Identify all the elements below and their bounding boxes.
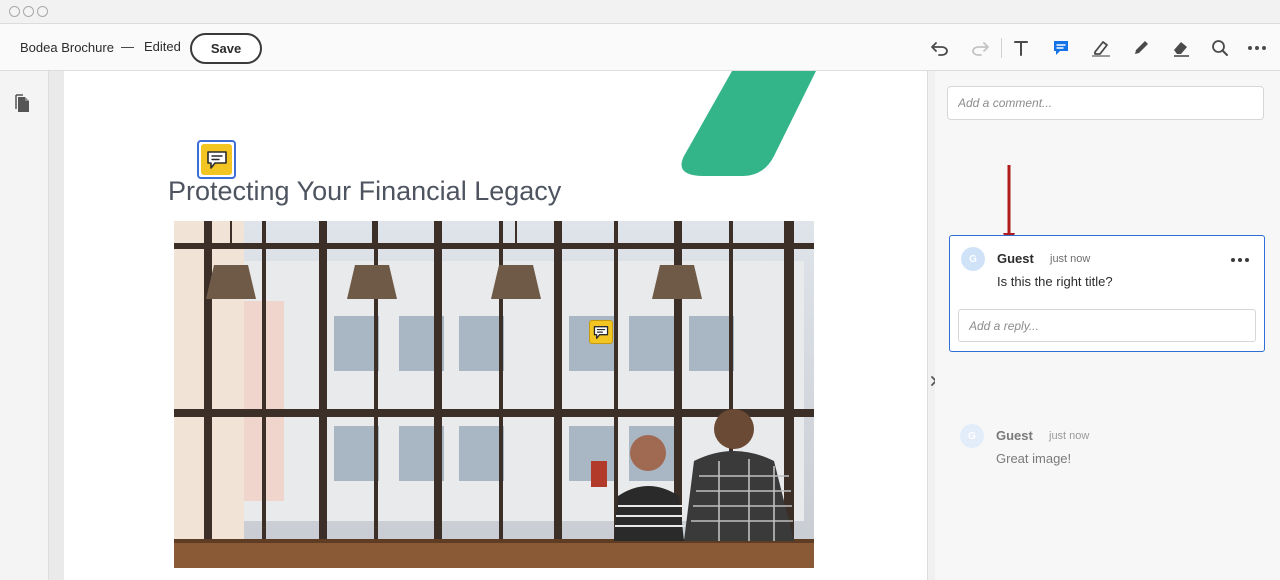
document-canvas: Protecting Your Financial Legacy xyxy=(49,71,927,580)
comment-text: Great image! xyxy=(996,451,1072,466)
comment-bubble-icon xyxy=(593,325,609,339)
window-titlebar xyxy=(0,0,1280,24)
minimize-window-button[interactable] xyxy=(23,6,34,17)
add-comment-input[interactable] xyxy=(947,86,1264,120)
sticky-note-image-comment[interactable] xyxy=(589,320,613,344)
comment-text: Is this the right title? xyxy=(997,274,1113,289)
office-photo[interactable] xyxy=(174,221,814,568)
avatar: G xyxy=(960,424,984,448)
pages-icon[interactable] xyxy=(14,93,34,115)
comment-author: Guest xyxy=(996,428,1033,443)
reply-input[interactable] xyxy=(958,309,1256,342)
panel-divider xyxy=(927,71,935,580)
document-title[interactable]: Protecting Your Financial Legacy xyxy=(168,176,561,207)
comment-author: Guest xyxy=(997,251,1034,266)
top-toolbar: Bodea Brochure — Edited Save xyxy=(0,24,1280,71)
comment-card[interactable]: G Guest just now Great image! xyxy=(949,416,1265,476)
edit-status: Edited xyxy=(144,39,181,54)
photo-illustration xyxy=(174,221,814,568)
search-icon[interactable] xyxy=(1208,36,1232,60)
save-button[interactable]: Save xyxy=(190,33,262,64)
comment-icon[interactable] xyxy=(1049,36,1073,60)
pencil-icon[interactable] xyxy=(1129,36,1153,60)
text-icon[interactable] xyxy=(1009,36,1033,60)
zoom-window-button[interactable] xyxy=(37,6,48,17)
eraser-icon[interactable] xyxy=(1169,36,1193,60)
comment-bubble-icon xyxy=(206,150,227,169)
highlight-icon[interactable] xyxy=(1089,36,1113,60)
comment-time: just now xyxy=(1049,430,1090,442)
title-separator: — xyxy=(121,39,134,54)
redo-icon[interactable] xyxy=(968,36,992,60)
comment-more-icon[interactable] xyxy=(1230,250,1250,264)
comment-card-selected[interactable]: G Guest just now Is this the right title… xyxy=(949,235,1265,352)
undo-icon[interactable] xyxy=(928,36,952,60)
document-page: Protecting Your Financial Legacy xyxy=(64,71,927,580)
document-name: Bodea Brochure xyxy=(20,40,114,55)
avatar: G xyxy=(961,247,985,271)
comment-time: just now xyxy=(1050,253,1091,265)
close-window-button[interactable] xyxy=(9,6,20,17)
sticky-note-title-comment[interactable] xyxy=(197,140,236,179)
toolbar-divider xyxy=(1001,38,1002,58)
left-rail xyxy=(0,71,49,580)
more-options-icon[interactable] xyxy=(1245,36,1269,60)
comments-panel: G Guest just now Is this the right title… xyxy=(935,71,1280,580)
decorative-green-shape xyxy=(681,71,816,176)
